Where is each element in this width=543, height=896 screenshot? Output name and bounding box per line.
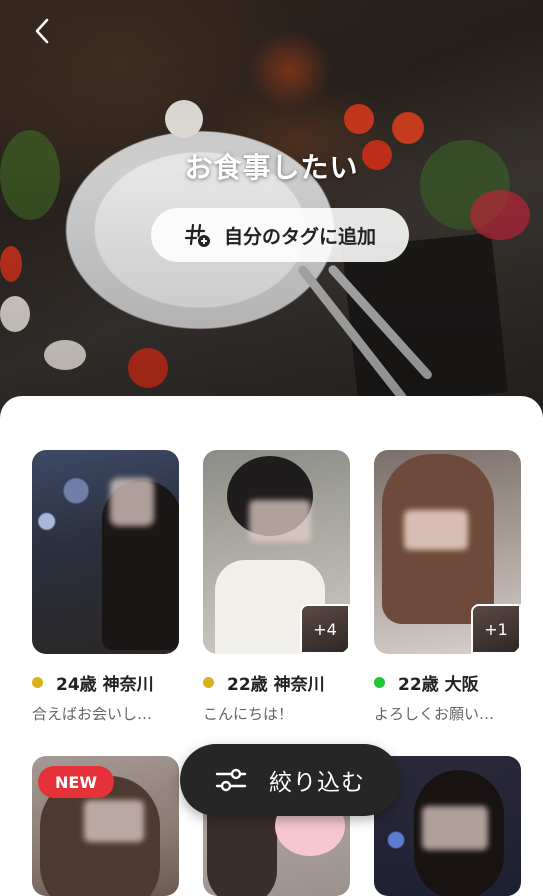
user-message: よろしくお願い… (374, 705, 495, 723)
face-blur (404, 510, 468, 550)
user-photo: +1 (374, 450, 521, 654)
face-blur (84, 800, 144, 842)
face-blur (422, 806, 488, 850)
new-badge: NEW (38, 766, 114, 798)
filter-button[interactable]: 絞り込む (180, 744, 400, 816)
user-message: こんにちは！ (203, 705, 294, 723)
face-blur (110, 478, 154, 526)
page-title: お食事したい (184, 151, 359, 184)
user-age-location: 22歳 大阪 (398, 675, 479, 695)
chevron-left-icon (35, 18, 49, 44)
add-to-my-tags-button[interactable]: 自分のタグに追加 (151, 208, 409, 262)
user-card[interactable]: NEW (32, 756, 179, 896)
face-blur (249, 500, 311, 542)
sliders-icon (215, 768, 247, 792)
user-age-location: 22歳 神奈川 (227, 675, 325, 695)
user-card[interactable]: +4 22歳 神奈川 こんにちは！ (203, 450, 350, 724)
filter-label: 絞り込む (269, 770, 365, 796)
back-button[interactable] (22, 14, 62, 48)
user-age-location: 24歳 神奈川 (56, 675, 154, 695)
user-photo: +4 (203, 450, 350, 654)
more-photos-count: +1 (484, 619, 508, 639)
user-message: 合えばお会いし… (32, 705, 153, 723)
online-status-dot (203, 677, 214, 688)
user-card[interactable]: 24歳 神奈川 合えばお会いし… (32, 450, 179, 724)
online-status-dot (374, 677, 385, 688)
user-photo (32, 450, 179, 654)
online-status-dot (32, 677, 43, 688)
hero-banner: お食事したい 自分のタグに追加 (0, 0, 543, 420)
add-tag-label: 自分のタグに追加 (223, 225, 376, 248)
more-photos-thumbnail: +4 (300, 604, 350, 654)
user-card[interactable]: +1 22歳 大阪 よろしくお願い… (374, 450, 521, 724)
user-photo: NEW (32, 756, 179, 896)
more-photos-thumbnail: +1 (471, 604, 521, 654)
hashtag-plus-icon (184, 223, 210, 247)
more-photos-count: +4 (313, 619, 337, 639)
